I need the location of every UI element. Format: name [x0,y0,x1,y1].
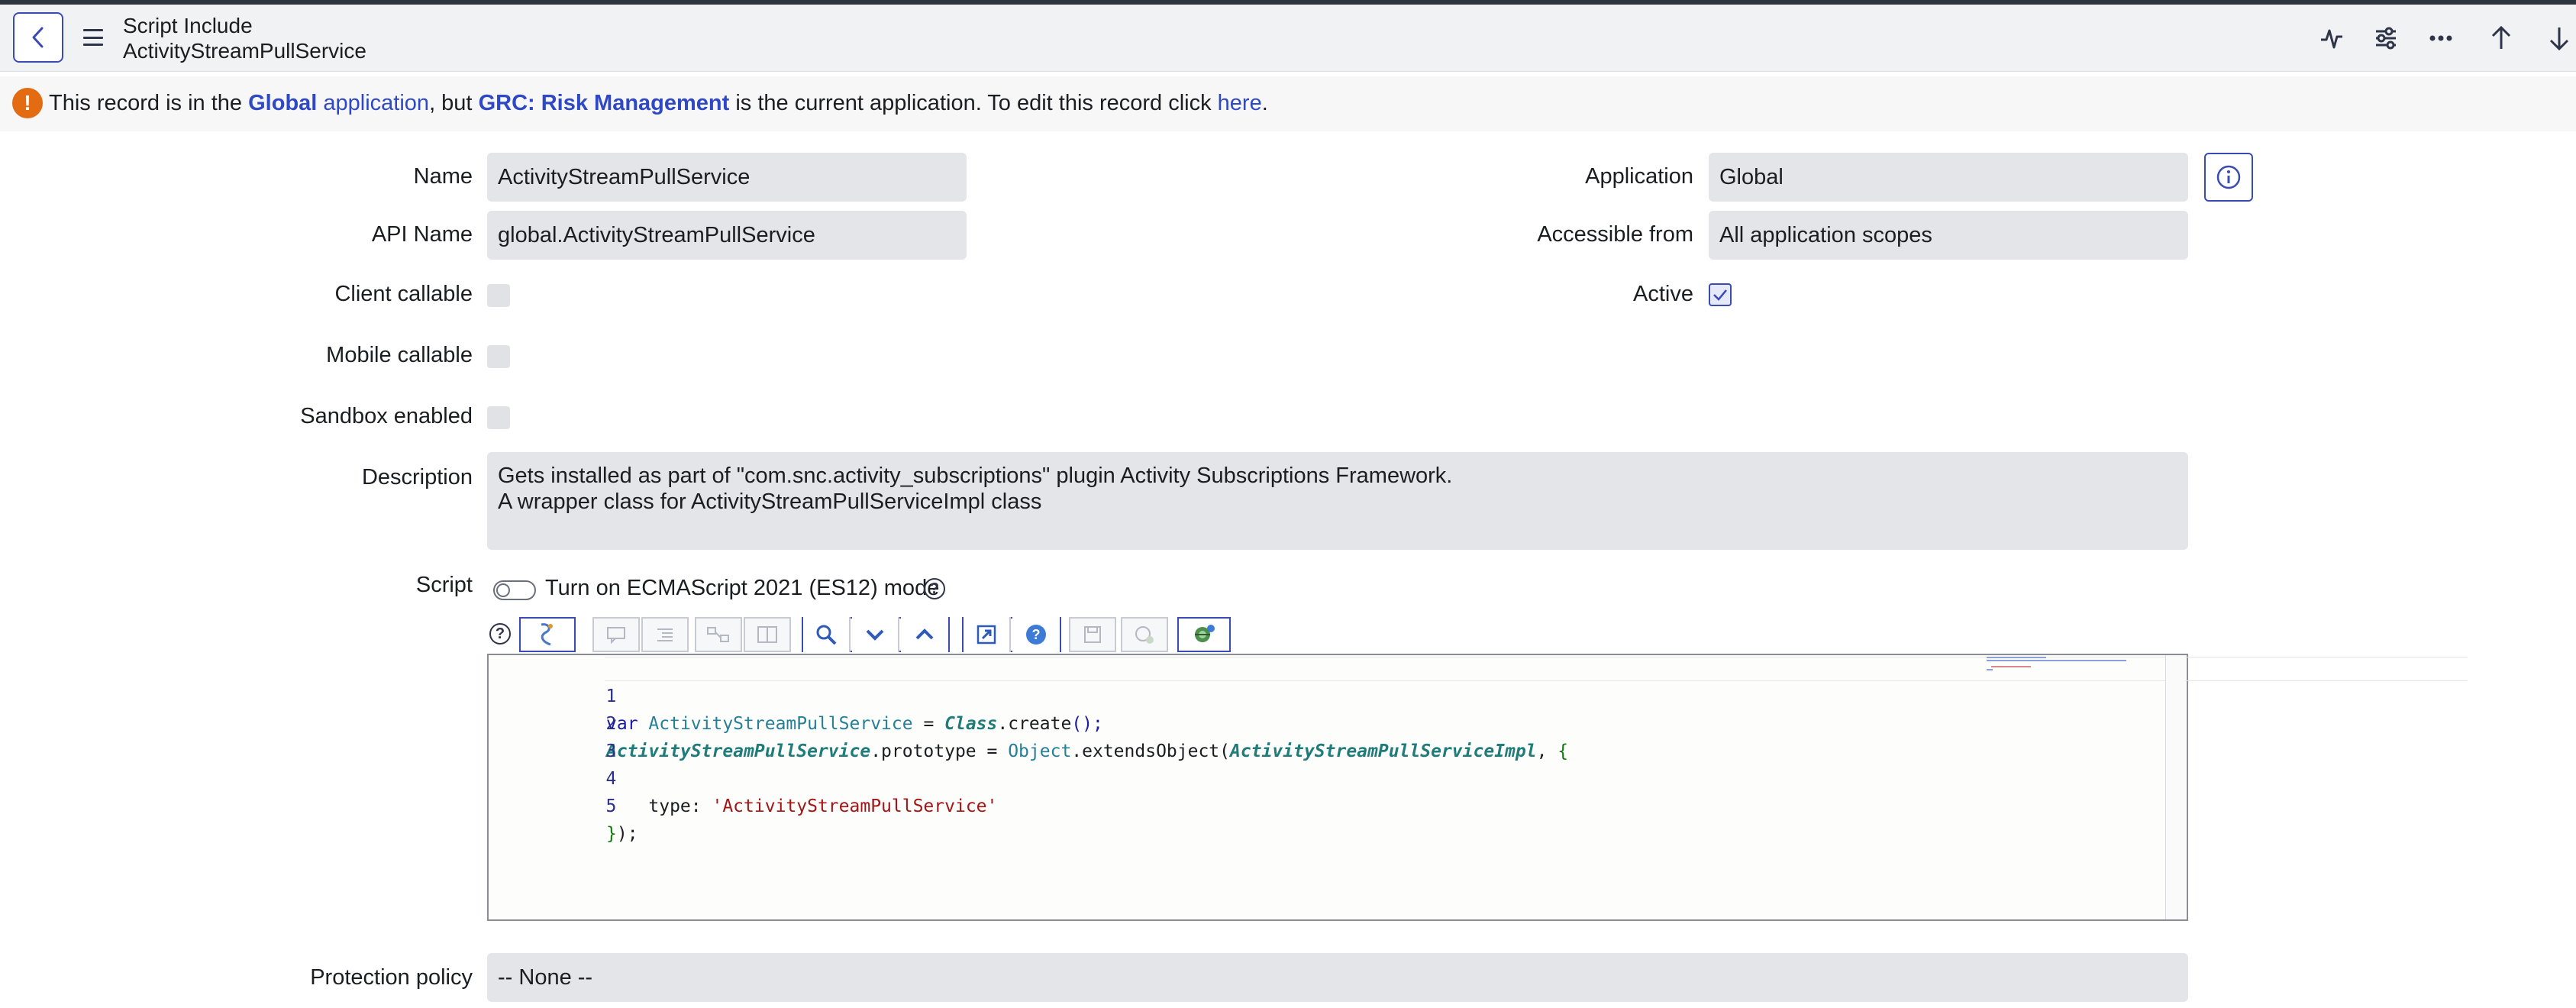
search-button[interactable] [803,617,851,652]
next-record-icon[interactable] [2542,21,2576,55]
svg-text:?: ? [1032,627,1041,642]
current-app-link[interactable]: GRC: Risk Management [479,91,730,115]
editor-help-button[interactable]: ? [1012,617,1060,652]
script-label: Script [415,573,473,597]
code-line: 1 var ActivityStreamPullService = Class.… [489,655,1103,734]
sandbox-enabled-checkbox[interactable] [487,406,510,429]
line-number: 3 [605,741,617,761]
code-text: type: 'ActivityStreamPullService' [606,796,998,816]
replace-button [695,617,742,652]
indent-icon [657,628,673,641]
protection-policy-label: Protection policy [310,965,473,990]
api-name-label: API Name [371,222,473,247]
accessible-from-field[interactable]: All application scopes [1709,211,2188,260]
sandbox-enabled-label: Sandbox enabled [300,404,473,428]
ecmascript-toggle-label: Turn on ECMAScript 2021 (ES12) mode [545,576,940,600]
script-debugger-icon [1135,626,1154,644]
syntax-check-button[interactable] [1177,617,1231,652]
code-minimap[interactable] [1985,655,2130,670]
code-line: 3 [489,710,617,761]
format-code-button[interactable] [519,617,576,652]
replace-all-icon [757,626,777,643]
code-text: ActivityStreamPullService.prototype = Ob… [606,741,1569,761]
page-title: Script Include ActivityStreamPullService [123,14,366,64]
application-field[interactable]: Global [1709,153,2188,202]
global-app-link[interactable]: Global [248,91,317,115]
ecmascript-toggle[interactable] [493,580,536,600]
line-number: 5 [605,796,617,816]
format-icon [541,623,553,646]
active-label: Active [1633,282,1693,306]
line-number: 1 [605,687,617,706]
line-number: 2 [605,714,617,734]
warning-icon: ! [12,88,43,118]
description-line: Gets installed as part of "com.snc.activ… [498,464,1453,488]
form-header: Script Include ActivityStreamPullService [0,5,2576,72]
client-callable-checkbox[interactable] [487,284,510,307]
accessible-from-label: Accessible from [1537,222,1693,247]
code-line: 4 type: 'ActivityStreamPullService' [489,738,998,816]
application-info-button[interactable] [2204,153,2253,202]
editor-scrollbar[interactable] [2165,655,2185,919]
name-label: Name [413,164,473,189]
mobile-callable-label: Mobile callable [326,343,473,367]
more-options-icon[interactable] [2424,21,2458,55]
global-app-link-suffix[interactable]: application [317,91,429,115]
replace-icon [707,627,729,642]
description-label: Description [361,465,473,489]
code-line: 5 }); [489,765,638,844]
find-next-button[interactable] [852,617,899,652]
description-field[interactable]: Gets installed as part of "com.snc.activ… [487,452,2188,550]
save-script-button [1069,617,1116,652]
protection-policy-select[interactable]: -- None -- [487,953,2188,1002]
line-number: 4 [605,769,617,789]
hamburger-menu-icon[interactable] [83,29,103,46]
active-checkbox[interactable] [1709,283,1732,306]
find-previous-icon [915,628,934,640]
info-icon [2216,165,2241,189]
comment-icon [607,627,625,644]
edit-here-link[interactable]: here [1218,91,1262,115]
save-icon [1084,626,1101,643]
chevron-left-icon [32,27,44,48]
code-text: }); [606,824,638,844]
editor-help-icon[interactable]: ? [489,623,511,645]
client-callable-label: Client callable [334,282,473,306]
search-icon [816,625,837,645]
ecmascript-help-icon[interactable]: ? [924,578,945,599]
fullscreen-button[interactable] [964,617,1011,652]
banner-text: This record is in the [49,91,249,115]
record-type: Script Include [123,14,253,37]
description-line: A wrapper class for ActivityStreamPullSe… [498,489,1042,514]
banner-text: , but [429,91,479,115]
syntax-check-icon [1195,625,1215,642]
find-next-icon [866,629,884,641]
replace-all-button [744,617,791,652]
previous-record-icon[interactable] [2484,21,2518,55]
toggle-comment-button [592,617,640,652]
fullscreen-icon [976,625,996,645]
code-text: var ActivityStreamPullService = Class.cr… [606,714,1103,734]
personalize-form-icon[interactable] [2369,21,2403,55]
banner-message: This record is in the Global application… [49,89,1268,118]
application-label: Application [1585,164,1693,189]
banner-text: . [1261,91,1268,115]
back-button[interactable] [13,12,63,63]
help-icon: ? [1026,625,1046,645]
code-line: 2 ActivityStreamPullService.prototype = … [489,683,1569,761]
indent-button [641,617,689,652]
script-editor[interactable]: 1 var ActivityStreamPullService = Class.… [487,654,2468,921]
name-field[interactable]: ActivityStreamPullService [487,153,967,202]
api-name-field[interactable]: global.ActivityStreamPullService [487,211,967,260]
current-line-highlight [605,657,2468,681]
find-previous-button[interactable] [901,617,948,652]
activity-stream-icon[interactable] [2315,21,2348,55]
record-name: ActivityStreamPullService [123,39,366,63]
banner-text: is the current application. To edit this… [729,91,1218,115]
script-debugger-button [1121,617,1168,652]
checkmark-icon [1713,289,1727,301]
mobile-callable-checkbox[interactable] [487,345,510,368]
